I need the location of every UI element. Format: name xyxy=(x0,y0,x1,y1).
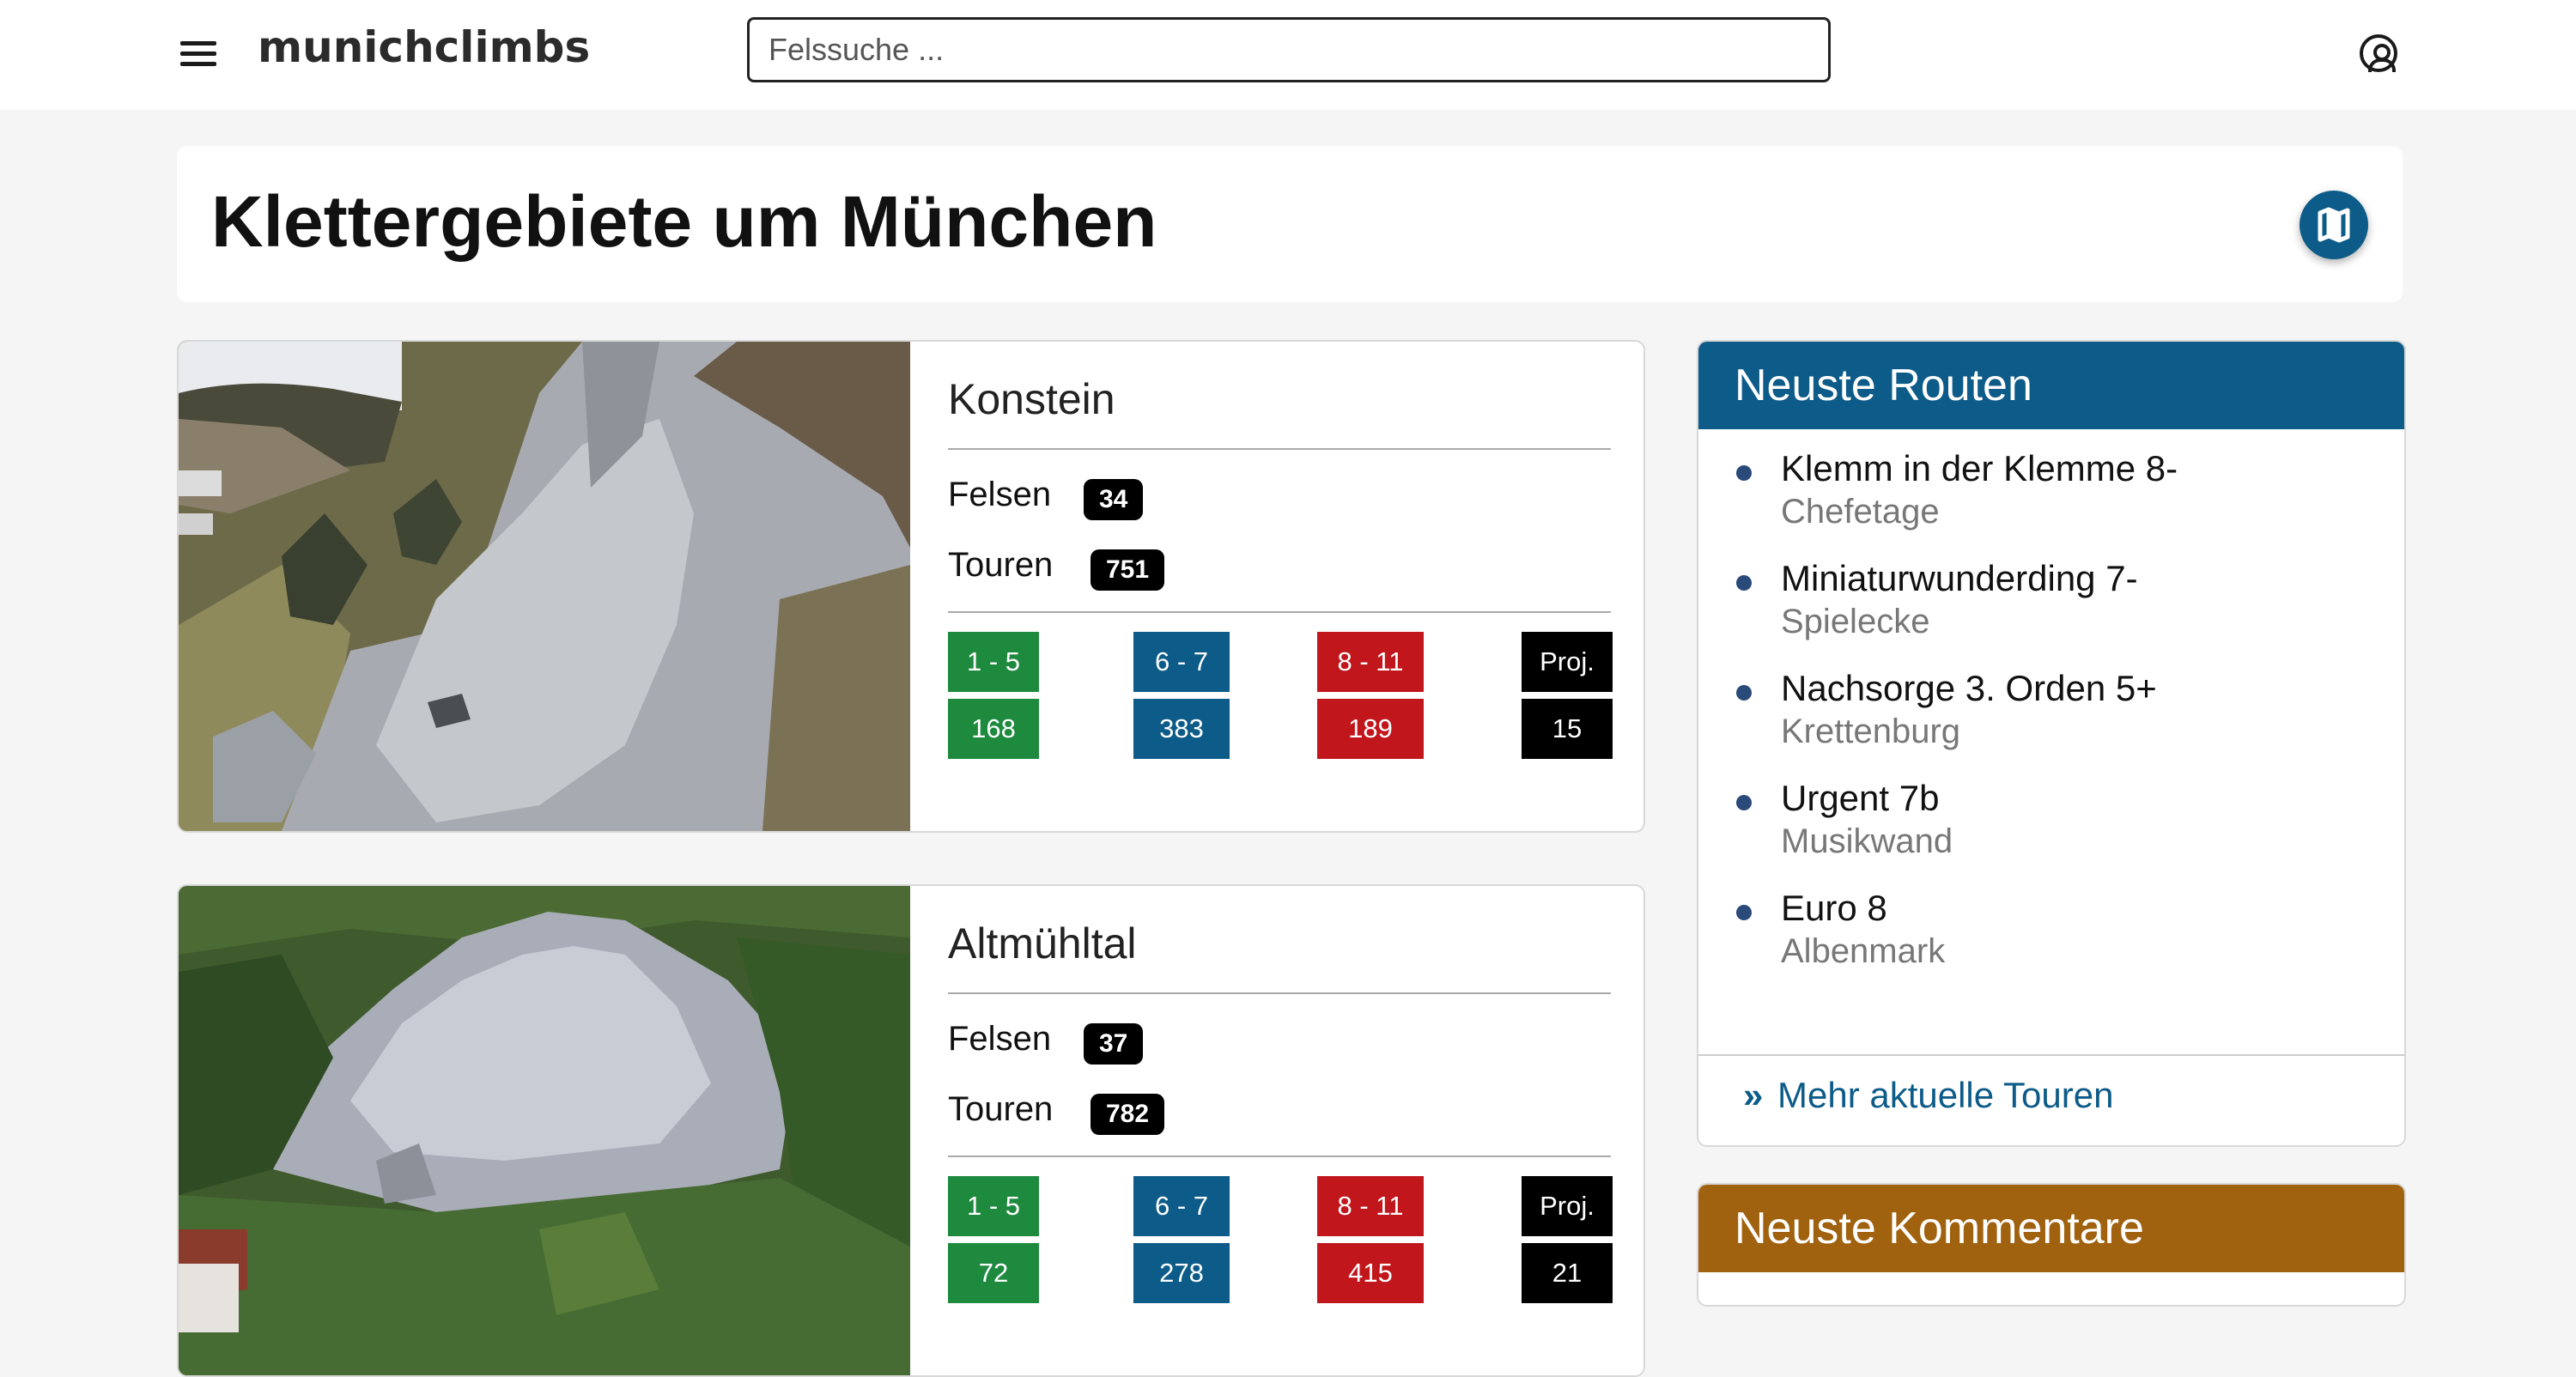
bullet-icon xyxy=(1736,575,1752,591)
grade-range-label: Proj. xyxy=(1522,1176,1613,1236)
grade-count: 15 xyxy=(1522,699,1613,759)
area-photo xyxy=(179,342,910,831)
route-rock[interactable]: Musikwand xyxy=(1781,822,1953,861)
divider xyxy=(948,1156,1611,1157)
rocks-count-badge: 34 xyxy=(1084,479,1144,520)
divider xyxy=(948,611,1611,613)
divider xyxy=(948,992,1611,994)
bullet-icon xyxy=(1736,795,1752,810)
grade-range-label: 8 - 11 xyxy=(1317,632,1424,692)
grade-count: 168 xyxy=(948,699,1039,759)
more-routes-label: Mehr aktuelle Touren xyxy=(1777,1075,2114,1115)
route-name[interactable]: Miniaturwunderding 7- xyxy=(1781,558,2138,599)
route-item[interactable]: Nachsorge 3. Orden 5+ Krettenburg xyxy=(1736,668,2157,751)
route-rock[interactable]: Albenmark xyxy=(1781,932,1945,971)
area-card-konstein[interactable]: Konstein Felsen 34 Touren 751 1 - 5 6 - … xyxy=(177,340,1645,833)
bullet-icon xyxy=(1736,905,1752,920)
grade-count: 415 xyxy=(1317,1243,1424,1303)
double-chevron-right-icon: » xyxy=(1743,1075,1764,1115)
grade-count: 383 xyxy=(1133,699,1230,759)
route-name[interactable]: Urgent 7b xyxy=(1781,778,1953,819)
search-input[interactable] xyxy=(747,17,1831,82)
area-name[interactable]: Altmühltal xyxy=(948,919,1137,968)
routes-count-badge: 782 xyxy=(1091,1094,1165,1135)
page-title: Klettergebiete um München xyxy=(211,181,1157,262)
routes-count-badge: 751 xyxy=(1091,549,1165,591)
latest-routes-card: Neuste Routen Klemm in der Klemme 8- Che… xyxy=(1697,340,2406,1147)
grade-count: 72 xyxy=(948,1243,1039,1303)
account-icon[interactable] xyxy=(2360,34,2397,72)
grade-range-label: 6 - 7 xyxy=(1133,632,1230,692)
area-name[interactable]: Konstein xyxy=(948,374,1115,424)
route-item[interactable]: Klemm in der Klemme 8- Chefetage xyxy=(1736,448,2178,531)
grade-range-label: 1 - 5 xyxy=(948,632,1039,692)
grade-range-label: 1 - 5 xyxy=(948,1176,1039,1236)
latest-comments-card: Neuste Kommentare xyxy=(1697,1183,2406,1307)
routes-label: Touren xyxy=(948,546,1054,584)
area-card-altmuehltal[interactable]: Altmühltal Felsen 37 Touren 782 1 - 5 6 … xyxy=(177,884,1645,1377)
route-name[interactable]: Nachsorge 3. Orden 5+ xyxy=(1781,668,2157,709)
rocks-label: Felsen xyxy=(948,1020,1052,1058)
divider xyxy=(948,448,1611,450)
more-routes-link[interactable]: » Mehr aktuelle Touren xyxy=(1743,1075,2113,1116)
map-icon xyxy=(2318,207,2350,243)
route-name[interactable]: Euro 8 xyxy=(1781,888,1945,929)
rocks-count-badge: 37 xyxy=(1084,1023,1144,1065)
route-item[interactable]: Euro 8 Albenmark xyxy=(1736,888,1945,971)
routes-label: Touren xyxy=(948,1090,1054,1128)
logo[interactable]: munichclimbs xyxy=(258,22,590,72)
grade-count: 21 xyxy=(1522,1243,1613,1303)
top-navbar: munichclimbs xyxy=(0,0,2576,110)
route-rock[interactable]: Chefetage xyxy=(1781,493,2178,531)
bullet-icon xyxy=(1736,685,1752,701)
grade-range-label: 6 - 7 xyxy=(1133,1176,1230,1236)
rocks-label: Felsen xyxy=(948,476,1052,513)
latest-routes-title: Neuste Routen xyxy=(1698,342,2404,429)
route-rock[interactable]: Spielecke xyxy=(1781,603,2138,641)
grade-range-label: Proj. xyxy=(1522,632,1613,692)
route-name[interactable]: Klemm in der Klemme 8- xyxy=(1781,448,2178,489)
area-photo xyxy=(179,886,910,1375)
latest-comments-title: Neuste Kommentare xyxy=(1698,1185,2404,1272)
hamburger-icon[interactable] xyxy=(180,39,216,69)
divider xyxy=(1698,1054,2404,1056)
route-item[interactable]: Miniaturwunderding 7- Spielecke xyxy=(1736,558,2138,641)
grade-count: 189 xyxy=(1317,699,1424,759)
page-title-card: Klettergebiete um München xyxy=(177,146,2403,302)
grade-range-label: 8 - 11 xyxy=(1317,1176,1424,1236)
map-button[interactable] xyxy=(2300,191,2368,259)
route-item[interactable]: Urgent 7b Musikwand xyxy=(1736,778,1953,861)
grade-count: 278 xyxy=(1133,1243,1230,1303)
bullet-icon xyxy=(1736,465,1752,481)
route-rock[interactable]: Krettenburg xyxy=(1781,713,2157,751)
